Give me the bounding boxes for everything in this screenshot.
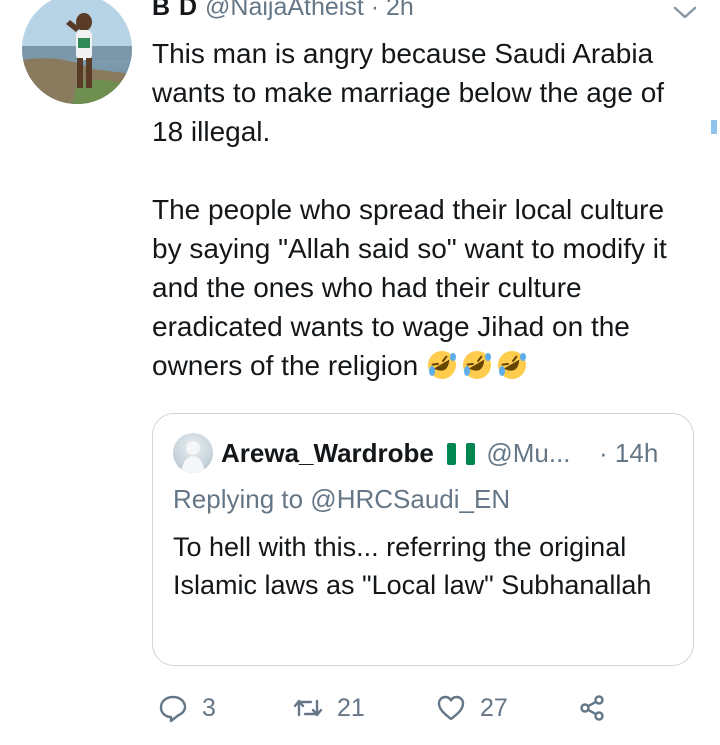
quoted-avatar-photo: [181, 441, 205, 473]
tweet-timestamp[interactable]: 2h: [386, 0, 414, 21]
quoted-header: Arewa_Wardrobe @Mu...: [221, 433, 571, 473]
user-avatar[interactable]: [22, 0, 132, 104]
quoted-handle: @Mu...: [486, 438, 571, 468]
quoted-tweet-card[interactable]: Arewa_Wardrobe @Mu... · 14h Replying to …: [152, 413, 694, 666]
tweet-body: This man is angry because Saudi Arabia w…: [152, 34, 697, 385]
tweet-actions: 3 21 27: [152, 688, 697, 728]
quoted-separator: ·: [599, 438, 608, 468]
tweet-text: This man is angry because Saudi Arabia w…: [152, 38, 667, 381]
user-handle[interactable]: @NaijaAtheist: [205, 0, 364, 21]
retweet-icon: [293, 699, 323, 717]
tweet-header: B D @NaijaAtheist · 2h: [152, 0, 414, 24]
reply-button[interactable]: 3: [158, 688, 216, 728]
quoted-time-group: · 14h: [599, 433, 658, 473]
share-button[interactable]: [577, 688, 621, 728]
avatar-photo: [22, 0, 132, 104]
quoted-display-name: Arewa_Wardrobe: [221, 438, 434, 468]
reply-count: 3: [202, 693, 216, 722]
rofl-emoji-icon: [497, 351, 526, 379]
rofl-emoji-icon: [462, 351, 491, 379]
heart-icon: [437, 695, 465, 721]
quoted-user-avatar: [173, 433, 213, 473]
share-icon: [580, 695, 604, 721]
like-count: 27: [480, 693, 508, 722]
replying-to: Replying to @HRCSaudi_EN: [173, 484, 511, 514]
emoji-group: [426, 349, 528, 381]
quoted-timestamp: 14h: [614, 438, 659, 468]
retweet-count: 21: [337, 693, 365, 722]
display-name[interactable]: B D: [152, 0, 198, 21]
retweet-button[interactable]: 21: [293, 688, 365, 728]
chevron-down-icon[interactable]: [672, 2, 698, 22]
quoted-text: To hell with this... referring the origi…: [173, 532, 652, 600]
scroll-indicator: [711, 120, 717, 134]
reply-icon: [159, 695, 187, 723]
like-button[interactable]: 27: [436, 688, 508, 728]
rofl-emoji-icon: [427, 351, 456, 379]
header-separator: ·: [370, 0, 380, 21]
nigeria-flag-icon: [447, 443, 476, 465]
